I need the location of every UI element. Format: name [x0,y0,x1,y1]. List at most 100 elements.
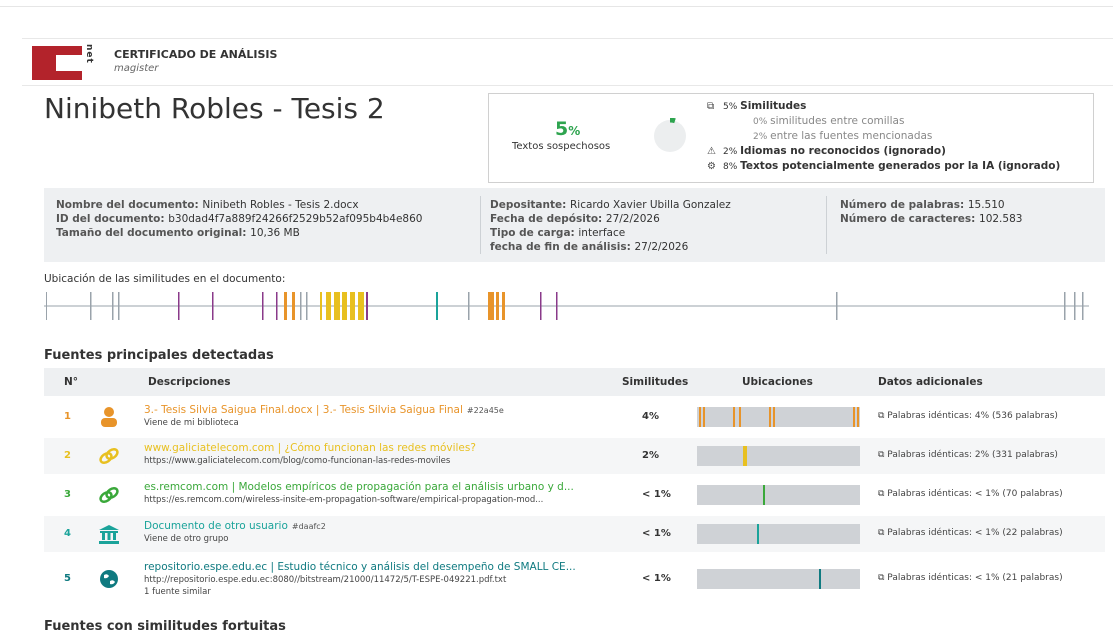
metadata-row: Número de palabras: 15.510 [840,198,1022,212]
metadata-key: Número de caracteres: [840,213,980,225]
metadata-key: Número de palabras: [840,199,968,211]
location-marker [733,407,735,427]
summary-line-percent: 5% [723,102,741,112]
similarity-icon: ⧉ [878,489,888,499]
location-marker [436,292,438,320]
source-tag: #daafc2 [291,522,326,531]
similar-sources-link[interactable]: 1 fuente similar [144,587,624,597]
location-marker [276,292,278,320]
metadata-value: b30dad4f7a889f24266f2529b52af095b4b4e860 [168,213,423,225]
similarity-location-bar [44,292,1089,320]
metadata-value: Ricardo Xavier Ubilla Gonzalez [570,199,731,211]
location-marker [739,407,741,427]
location-marker [819,569,821,589]
source-description: es.remcom.com | Modelos empíricos de pro… [144,481,624,505]
location-marker [1082,292,1084,320]
metadata-key: Nombre del documento: [56,199,203,211]
source-number: 3 [64,489,71,500]
link-icon [98,445,120,467]
document-title: Ninibeth Robles - Tesis 2 [44,92,385,125]
metadata-key: ID del documento: [56,213,169,225]
source-number: 5 [64,573,71,584]
location-marker [306,292,308,320]
source-title-link[interactable]: 3.- Tesis Silvia Saigua Final.docx | 3.-… [144,404,463,416]
location-marker [769,407,771,427]
source-title-line: repositorio.espe.edu.ec | Estudio técnic… [144,561,624,573]
location-marker [496,292,499,320]
summary-line-text: Textos potencialmente generados por la I… [740,160,1061,172]
source-location-bar [697,485,860,505]
metadata-row: Nombre del documento: Ninibeth Robles - … [56,198,422,212]
location-marker [262,292,264,320]
compilatio-logo: net [32,44,100,80]
source-similarity: < 1% [642,528,671,539]
location-marker [326,292,331,320]
metadata-key: fecha de fin de análisis: [490,241,635,253]
source-detail: https://es.remcom.com/wireless-insite-em… [144,495,544,505]
source-number: 4 [64,528,71,539]
location-marker [488,292,494,320]
source-row[interactable]: 4 Documento de otro usuario #daafc2 Viene d… [44,516,1105,552]
location-marker [320,292,322,320]
source-similarity: < 1% [642,573,671,584]
summary-line-text: Idiomas no reconocidos (ignorado) [740,145,946,157]
metadata-value: Ninibeth Robles - Tesis 2.docx [202,199,359,211]
source-row[interactable]: 3 es.remcom.com | Modelos empíricos de pr… [44,477,1105,513]
ai-icon: ⚙ [707,161,716,172]
source-title-line: www.galiciatelecom.com | ¿Cómo funcionan… [144,442,624,454]
suspicious-label: Textos sospechosos [512,141,611,152]
source-row[interactable]: 5 repositorio.espe.edu.ec | Estudio técni… [44,557,1105,601]
source-number: 2 [64,450,71,461]
warning-icon: ⚠ [707,146,716,157]
source-additional-data: ⧉ Palabras idénticas: 4% (536 palabras) [878,411,1058,421]
metadata-row: Tipo de carga: interface [490,226,731,240]
metadata-divider [480,196,481,254]
source-additional-data: ⧉ Palabras idénticas: < 1% (21 palabras) [878,573,1063,583]
source-detail: Viene de otro grupo [144,534,229,544]
source-location-bar [697,569,860,589]
link-icon [98,484,120,506]
metadata-value: 10,36 MB [250,227,300,239]
header-descriptions: Descripciones [148,376,231,388]
location-marker [350,292,355,320]
certificate-header [22,38,1113,86]
header-number: N° [64,376,79,388]
location-marker [743,446,747,466]
user-icon [98,406,120,428]
metadata-value: 102.583 [979,213,1023,225]
location-marker [334,292,340,320]
location-marker [358,292,364,320]
source-similarity: 2% [642,450,659,461]
summary-line-percent: 0% [753,117,771,127]
certificate-subtitle: magister [114,63,159,74]
source-similarity: 4% [642,411,659,422]
location-marker [699,407,701,427]
source-title-line: 3.- Tesis Silvia Saigua Final.docx | 3.-… [144,404,624,416]
similarity-icon: ⧉ [878,573,888,583]
source-tag: #22a45e [466,406,504,415]
location-marker [502,292,505,320]
location-marker [366,292,368,320]
source-title-link[interactable]: Documento de otro usuario [144,520,288,532]
source-title-link[interactable]: repositorio.espe.edu.ec | Estudio técnic… [144,561,576,573]
metadata-key: Depositante: [490,199,570,211]
summary-line: ⚙ 8% Textos potencialmente generados por … [707,159,1060,174]
summary-line: ⚠ 2% Idiomas no reconocidos (ignorado) [707,144,1060,159]
source-row[interactable]: 2 www.galiciatelecom.com | ¿Cómo funciona… [44,438,1105,474]
source-title-link[interactable]: www.galiciatelecom.com | ¿Cómo funcionan… [144,442,476,454]
metadata-key: Tipo de carga: [490,227,579,239]
source-title-link[interactable]: es.remcom.com | Modelos empíricos de pro… [144,481,574,493]
fortuitous-sources-title: Fuentes con similitudes fortuitas [44,619,286,634]
location-marker [703,407,705,427]
summary-line-text: entre las fuentes mencionadas [770,130,933,142]
metadata-value: 15.510 [967,199,1005,211]
identical-words-text: Palabras idénticas: < 1% (21 palabras) [887,573,1063,583]
globe-icon [98,568,120,590]
metadata-value: 27/2/2026 [634,241,689,253]
location-marker [857,407,859,427]
source-number: 1 [64,411,71,422]
summary-line-percent: 2% [753,132,771,142]
source-row[interactable]: 1 3.- Tesis Silvia Saigua Final.docx | 3.… [44,400,1105,434]
identical-words-text: Palabras idénticas: 4% (536 palabras) [887,411,1058,421]
location-marker [90,292,92,320]
